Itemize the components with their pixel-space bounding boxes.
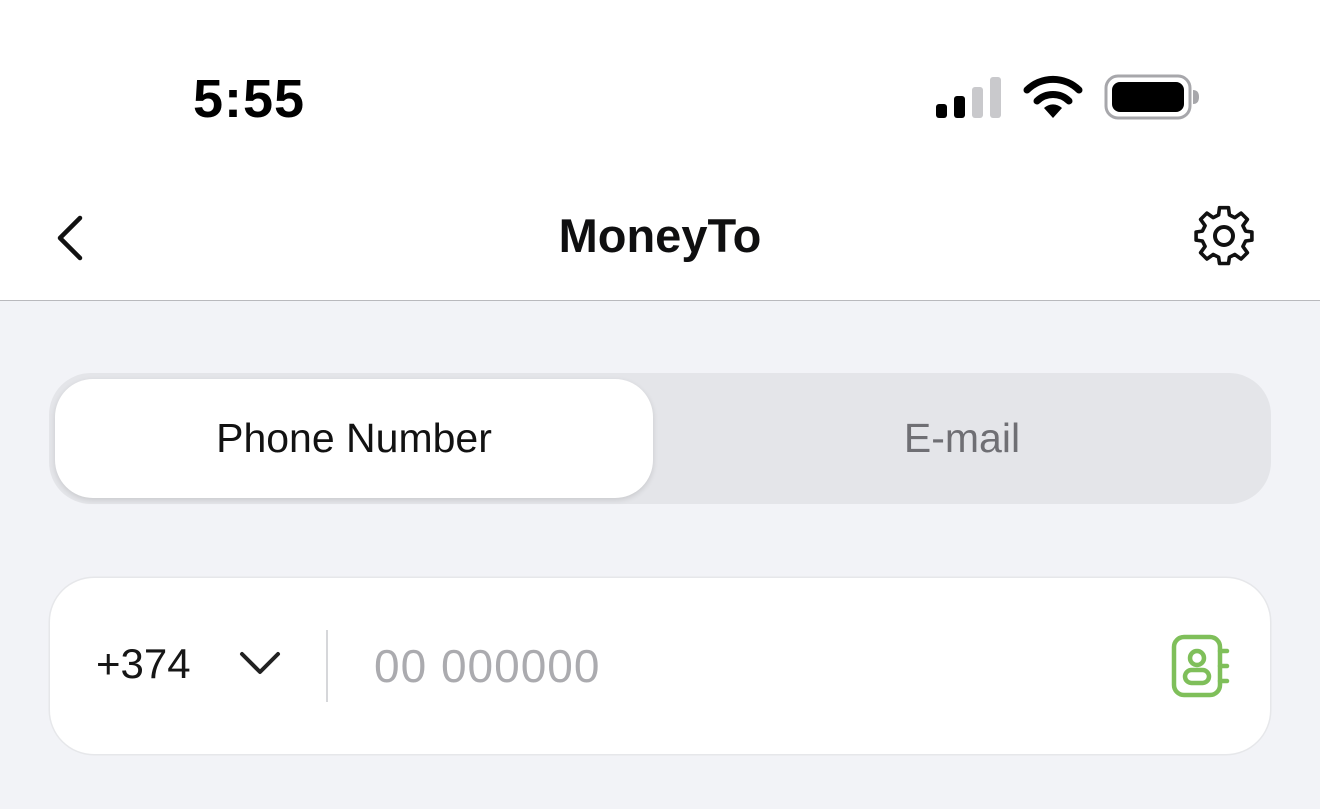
country-code-selector[interactable]: +374 bbox=[96, 640, 191, 688]
phone-number-input[interactable] bbox=[374, 630, 1134, 702]
status-bar: 5:55 bbox=[0, 0, 1320, 170]
contacts-book-icon bbox=[1171, 634, 1230, 698]
contacts-button[interactable] bbox=[1168, 634, 1234, 700]
tab-email[interactable]: E-mail bbox=[659, 379, 1265, 498]
navigation-bar: MoneyTo bbox=[0, 170, 1320, 301]
gear-icon bbox=[1194, 205, 1254, 266]
cellular-signal-icon bbox=[936, 76, 1004, 123]
battery-icon bbox=[1104, 74, 1200, 125]
tab-phone-number[interactable]: Phone Number bbox=[55, 379, 653, 498]
settings-button[interactable] bbox=[1190, 204, 1258, 268]
divider bbox=[326, 630, 328, 702]
contact-type-segmented-control: Phone Number E-mail bbox=[49, 373, 1271, 504]
page-title: MoneyTo bbox=[558, 209, 762, 262]
wifi-icon bbox=[1022, 74, 1084, 123]
phone-input-card: +374 bbox=[50, 578, 1270, 754]
chevron-down-icon[interactable] bbox=[238, 648, 282, 683]
status-time: 5:55 bbox=[193, 69, 306, 129]
